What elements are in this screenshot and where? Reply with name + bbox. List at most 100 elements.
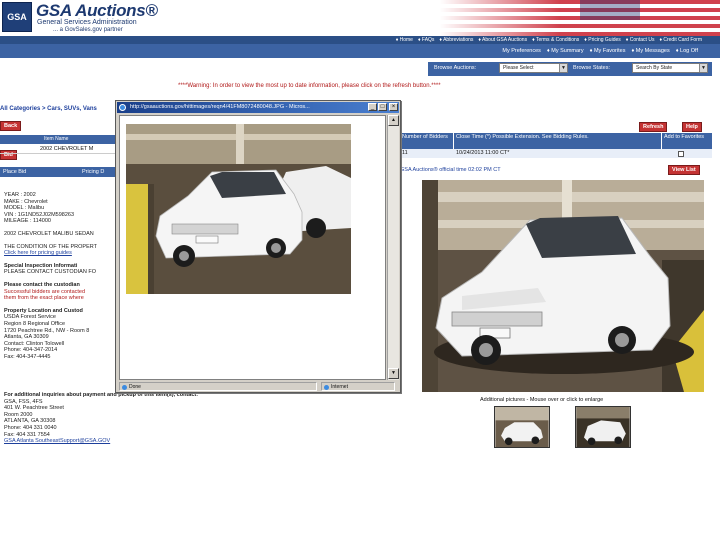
desc-make: MAKE : Chevrolet — [4, 198, 48, 205]
enlarged-photo — [126, 124, 351, 294]
status-zone: Internet — [331, 384, 348, 390]
auction-status-row: 11 10/24/2013 11:00 CT* — [400, 149, 712, 158]
location-line: USDA Forest Service — [4, 314, 56, 321]
scroll-up-icon[interactable]: ▲ — [388, 115, 399, 126]
add-to-favorites-checkbox[interactable] — [678, 151, 684, 157]
item-name-cell: 2002 CHEVROLET M — [0, 144, 115, 154]
item-name-header: Item Name — [0, 135, 115, 144]
bidders-header: Number of Bidders — [400, 133, 454, 149]
site-header: GSA GSA Auctions® General Services Admin… — [0, 0, 720, 36]
nav-log-off[interactable]: ♦ Log Off — [676, 48, 698, 54]
top-navigation: ♦ Home ♦ FAQs ♦ Abbreviations ♦ About GS… — [0, 36, 720, 44]
contact-line: GSA, FSS, 4FS — [4, 398, 43, 405]
image-popup-window: http://gsaauctions.gov/hittimages/reqn4/… — [115, 100, 401, 393]
pricing-guides-link[interactable]: Click here for pricing guides — [4, 250, 115, 257]
custodian-note-2: them from the exact place where — [4, 295, 84, 302]
inspection-heading: Special Inspection Informati — [4, 262, 78, 269]
close-button[interactable]: × — [389, 103, 398, 111]
nav-abbreviations[interactable]: ♦ Abbreviations — [439, 37, 473, 43]
status-pane-main: Done — [119, 382, 317, 391]
scroll-down-icon[interactable]: ▼ — [388, 368, 399, 379]
nav-my-favorites[interactable]: ♦ My Favorites — [590, 48, 626, 54]
desc-condition: THE CONDITION OF THE PROPERT — [4, 243, 97, 250]
pricing-link[interactable]: Pricing D — [82, 167, 104, 177]
popup-scrollbar[interactable]: ▲ ▼ — [387, 115, 399, 380]
nav-faqs[interactable]: ♦ FAQs — [418, 37, 434, 43]
contact-email-link[interactable]: GSA Atlanta SoutheastSupport@GSA.GOV — [4, 438, 384, 445]
location-line: Phone: 404-347-2014 — [4, 347, 58, 354]
popup-title-text: http://gsaauctions.gov/hittimages/reqn4/… — [130, 104, 310, 110]
page-icon — [122, 385, 127, 390]
desc-model: MODEL : Malibu — [4, 205, 45, 212]
location-line: Fax: 404-347-4445 — [4, 353, 51, 360]
desc-title: 2002 CHEVROLET MALIBU SEDAN — [4, 230, 94, 237]
desc-year: YEAR : 2002 — [4, 192, 36, 198]
contact-line: 401 W. Peachtree Street — [4, 405, 64, 412]
nav-credit-card-form[interactable]: ♦ Credit Card Form — [659, 37, 702, 43]
nav-terms[interactable]: ♦ Terms & Conditions — [532, 37, 579, 43]
nav-my-summary[interactable]: ♦ My Summary — [547, 48, 584, 54]
nav-about[interactable]: ♦ About GSA Auctions — [478, 37, 527, 43]
status-done: Done — [129, 384, 141, 390]
desc-vin: VIN : 1G1ND52J02M598263 — [4, 211, 75, 218]
close-time-header: Close Time (*) Possible Extension. See B… — [454, 133, 662, 149]
browse-states-value: Search By State — [636, 65, 673, 71]
browser-icon — [119, 104, 126, 111]
location-line: Atlanta, GA 30309 — [4, 334, 49, 341]
breadcrumb[interactable]: All Categories > Cars, SUVs, Vans — [0, 106, 97, 112]
nav-pricing-guides[interactable]: ♦ Pricing Guides — [584, 37, 620, 43]
inspection-detail: PLEASE CONTACT CUSTODIAN FO — [4, 269, 96, 276]
flag-canton — [580, 0, 640, 20]
flag-fade — [440, 0, 560, 36]
popup-titlebar[interactable]: http://gsaauctions.gov/hittimages/reqn4/… — [117, 102, 399, 113]
location-line: 1720 Peachtree Rd., NW - Room 8 — [4, 327, 90, 334]
auction-status-table: Number of Bidders Close Time (*) Possibl… — [400, 133, 712, 158]
maximize-button[interactable]: □ — [378, 103, 387, 111]
minimize-button[interactable]: _ — [368, 103, 377, 111]
custodian-note-1: Successful bidders are contacted — [4, 288, 86, 295]
gsa-logo[interactable]: GSA — [2, 2, 32, 32]
location-heading: Property Location and Custod — [4, 307, 83, 314]
thumbnail-1[interactable] — [494, 406, 550, 448]
auction-status-header: Number of Bidders Close Time (*) Possibl… — [400, 133, 712, 149]
location-line: Region 8 Regional Office — [4, 320, 66, 327]
location-line: Contact: Clinton Tolowell — [4, 340, 65, 347]
help-button[interactable]: Help — [682, 122, 702, 132]
user-navigation: My Preferences ♦ My Summary ♦ My Favorit… — [0, 44, 720, 58]
place-bid-row: Place Bid Pricing D — [0, 167, 115, 177]
nav-my-messages[interactable]: ♦ My Messages — [631, 48, 669, 54]
chevron-down-icon[interactable]: ▼ — [699, 64, 707, 72]
browse-states-label: Browse States: — [573, 65, 610, 71]
nav-my-preferences[interactable]: My Preferences — [502, 48, 541, 54]
close-time-value: 10/24/2013 11:00 CT* — [456, 150, 510, 156]
popup-statusbar: Done Internet — [117, 381, 399, 392]
refresh-warning: ****Warning: In order to view the most u… — [178, 83, 441, 89]
brand-tagline: ... a GovSales.gov partner — [53, 27, 123, 33]
status-pane-zone: Internet — [321, 382, 395, 391]
nav-contact[interactable]: ♦ Contact Us — [626, 37, 655, 43]
chevron-down-icon[interactable]: ▼ — [559, 64, 567, 72]
brand-subtitle: General Services Administration — [37, 19, 137, 26]
view-list-button[interactable]: View List — [668, 165, 700, 175]
browse-auctions-label: Browse Auctions: — [434, 65, 477, 71]
contact-section: For additional inquiries about payment a… — [4, 392, 384, 445]
custodian-heading: Please contact the custodian — [4, 281, 80, 288]
browse-auctions-select[interactable]: Please Select ▼ — [499, 63, 568, 73]
refresh-button[interactable]: Refresh — [639, 122, 668, 132]
main-item-photo[interactable] — [422, 180, 704, 392]
contact-line: Room 2000 — [4, 411, 33, 418]
popup-content — [119, 115, 386, 380]
nav-home[interactable]: ♦ Home — [396, 37, 413, 43]
item-table: Item Name 2002 CHEVROLET M — [0, 135, 115, 154]
brand-title: GSA Auctions® — [36, 1, 158, 20]
contact-line: ATLANTA, GA 30308 — [4, 418, 56, 425]
bidders-value: 11 — [402, 150, 408, 156]
browse-states-select[interactable]: Search By State ▼ — [632, 63, 708, 73]
additional-pictures-label: Additional pictures - Mouse over or clic… — [480, 397, 604, 403]
official-time: GSA Auctions® official time 02:02 PM CT — [400, 167, 501, 173]
back-button[interactable]: Back — [0, 121, 22, 131]
contact-line: Fax: 404 331 7554 — [4, 431, 50, 438]
place-bid-label: Place Bid — [3, 169, 27, 175]
desc-mileage: MILEAGE : 114000 — [4, 218, 51, 225]
thumbnail-2[interactable] — [575, 406, 631, 448]
